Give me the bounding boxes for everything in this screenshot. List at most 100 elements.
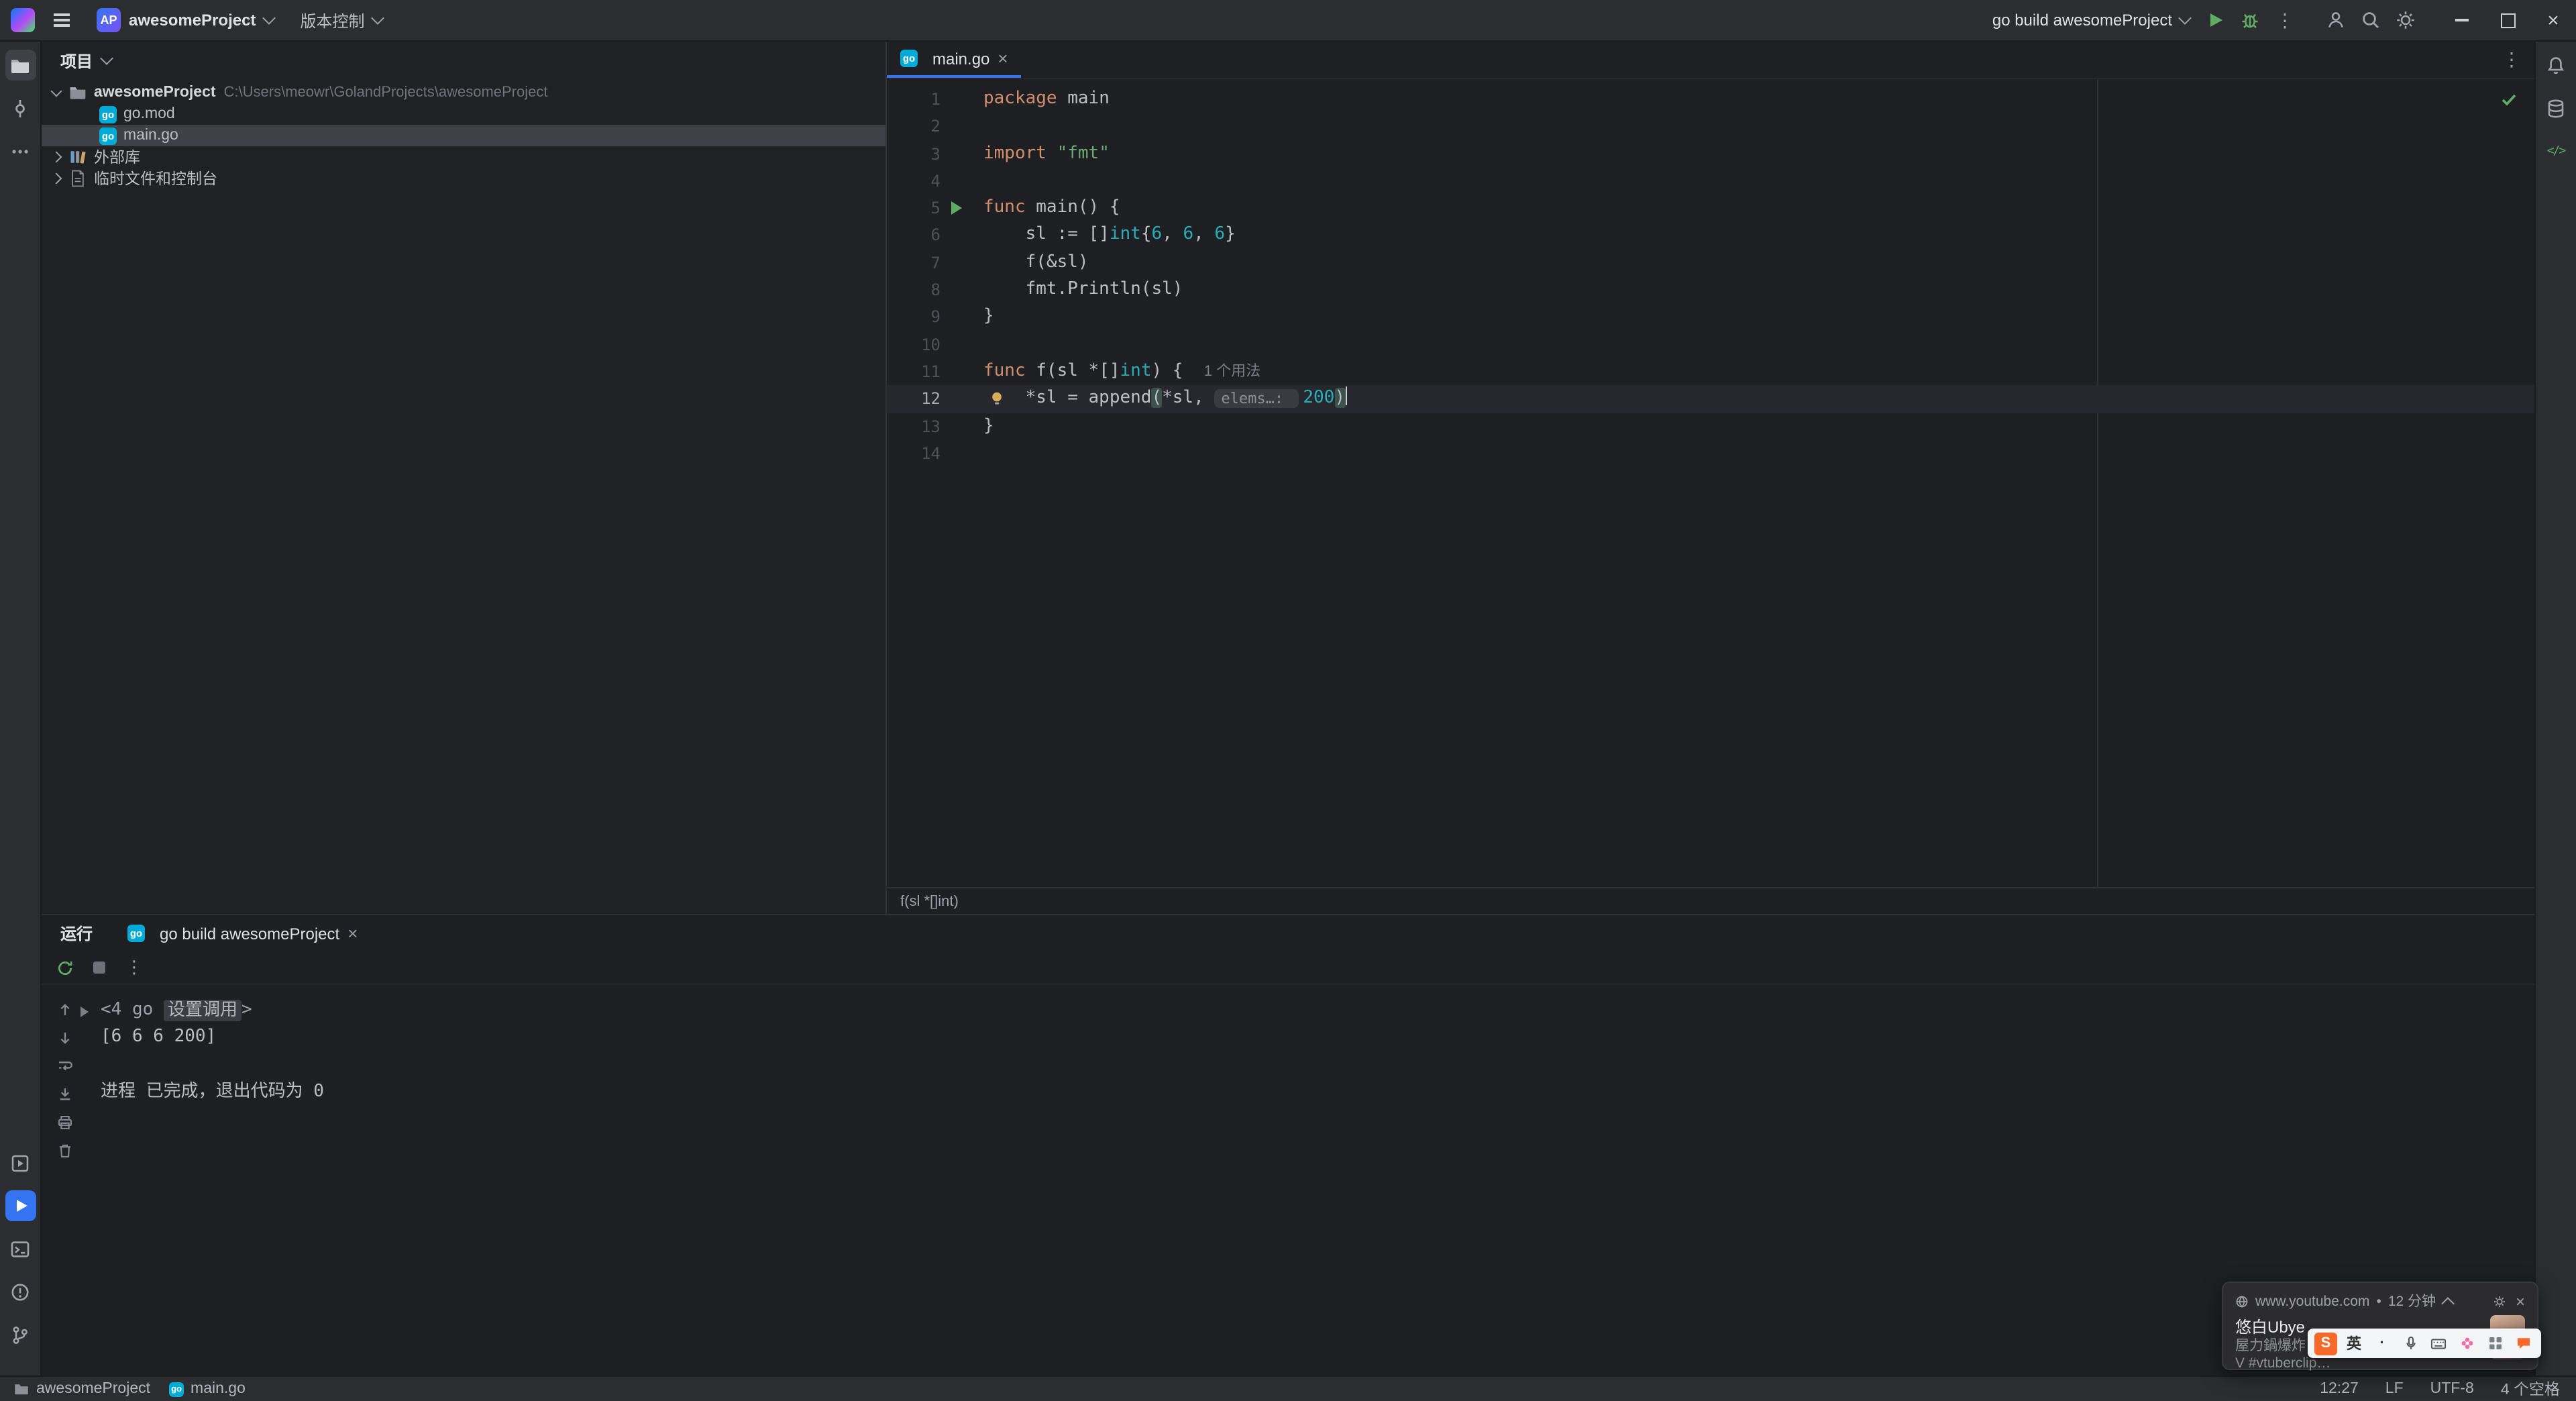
code-line-2[interactable]: 2 [887, 113, 2534, 141]
line-number[interactable]: 12 [887, 386, 941, 413]
tree-item-external-libraries[interactable]: 外部库 [42, 146, 885, 168]
run-button[interactable] [2198, 3, 2233, 38]
tree-item-main-go-file[interactable]: go main.go [42, 125, 885, 146]
tree-item-go-mod-file[interactable]: go go.mod [42, 103, 885, 125]
punctuation-icon[interactable]: · [2371, 1332, 2394, 1355]
code-line-6[interactable]: 6 sl := []int{6, 6, 6} [887, 222, 2534, 250]
line-number[interactable]: 1 [887, 86, 941, 113]
problems-tool-window-button[interactable] [5, 1276, 36, 1307]
run-tab-go-build[interactable]: go go build awesomeProject × [127, 924, 358, 943]
print-button[interactable] [51, 1111, 78, 1133]
main-menu-button[interactable] [46, 4, 78, 36]
settings-button[interactable] [2388, 3, 2423, 38]
services-tool-window-button[interactable] [5, 1147, 36, 1178]
editor-options-button[interactable]: ⋮ [2502, 48, 2534, 71]
chevron-right-icon[interactable] [50, 151, 62, 163]
editor-tab-main-go[interactable]: go main.go × [887, 42, 1022, 78]
project-widget[interactable]: AP awesomeProject [89, 4, 281, 36]
line-number[interactable]: 5 [887, 195, 941, 222]
window-minimize-button[interactable] [2439, 0, 2485, 40]
commit-tool-window-button[interactable] [5, 93, 36, 123]
console-output[interactable]: <4 go 设置调用 > [6 6 6 200] 进程 已完成，退出代码为 0 [80, 985, 2534, 1376]
line-separator-widget[interactable]: LF [2385, 1381, 2404, 1397]
sogou-input-icon[interactable]: S [2314, 1332, 2337, 1355]
soft-wrap-button[interactable] [51, 1055, 78, 1076]
code-line-9[interactable]: 9 } [887, 304, 2534, 331]
notification-settings-gear-icon[interactable] [2493, 1294, 2506, 1308]
code-line-3[interactable]: 3 import "fmt" [887, 140, 2534, 168]
terminal-tool-window-button[interactable] [5, 1233, 36, 1264]
inspections-status-button[interactable] [2500, 90, 2518, 109]
more-tool-windows-button[interactable] [5, 136, 36, 166]
encoding-widget[interactable]: UTF-8 [2430, 1381, 2474, 1397]
statusbar-file[interactable]: go main.go [169, 1381, 246, 1397]
fold-expand-icon[interactable] [80, 1006, 89, 1017]
tree-item-project-root[interactable]: awesomeProject C:\Users\meowr\GolandProje… [42, 82, 885, 103]
code-line-11[interactable]: 11 func f(sl *[]int) { 1 个用法 [887, 358, 2534, 386]
line-number[interactable]: 3 [887, 140, 941, 168]
search-everywhere-button[interactable] [2353, 3, 2388, 38]
soft-keyboard-icon[interactable] [2427, 1332, 2450, 1355]
intention-bulb-icon[interactable] [989, 391, 1005, 407]
code-line-5[interactable]: 5 func main() { [887, 195, 2534, 222]
chevron-right-icon[interactable] [50, 172, 62, 185]
notification-close-icon[interactable]: × [2516, 1293, 2525, 1309]
code-editor[interactable]: 1 package main 2 3 import "fmt" 4 5 func… [887, 79, 2534, 887]
code-line-14[interactable]: 14 [887, 440, 2534, 468]
window-maximize-button[interactable] [2485, 0, 2530, 40]
toolbox-icon[interactable] [2483, 1332, 2506, 1355]
line-number[interactable]: 6 [887, 222, 941, 250]
vcs-widget[interactable]: 版本控制 [292, 5, 390, 36]
line-number[interactable]: 14 [887, 440, 941, 468]
code-line-10[interactable]: 10 [887, 331, 2534, 358]
tab-close-icon[interactable]: × [998, 50, 1008, 67]
line-number[interactable]: 9 [887, 304, 941, 331]
project-panel-header[interactable]: 项目 [42, 42, 885, 79]
run-configuration-selector[interactable]: go build awesomeProject [1984, 7, 2198, 34]
scroll-to-end-button[interactable] [51, 1083, 78, 1104]
code-line-8[interactable]: 8 fmt.Println(sl) [887, 276, 2534, 304]
line-number[interactable]: 10 [887, 331, 941, 358]
notifications-button[interactable] [2540, 50, 2571, 81]
code-line-12[interactable]: 12 *sl = append(*sl, elems…: 200) [887, 385, 2534, 413]
feedback-icon[interactable] [2512, 1332, 2534, 1355]
indent-widget[interactable]: 4 个空格 [2501, 1378, 2560, 1400]
prev-occurrence-button[interactable] [51, 998, 78, 1020]
line-number[interactable]: 11 [887, 358, 941, 386]
chevron-down-icon[interactable] [50, 85, 62, 97]
rerun-button[interactable] [50, 953, 79, 982]
line-number[interactable]: 2 [887, 113, 941, 141]
emoji-icon[interactable] [2455, 1332, 2478, 1355]
line-number[interactable]: 4 [887, 168, 941, 195]
next-occurrence-button[interactable] [51, 1027, 78, 1048]
code-line-1[interactable]: 1 package main [887, 86, 2534, 113]
run-more-options-button[interactable]: ⋮ [119, 953, 149, 982]
code-line-13[interactable]: 13 } [887, 413, 2534, 440]
run-tool-window-button[interactable] [5, 1190, 36, 1221]
line-number[interactable]: 13 [887, 413, 941, 440]
code-line-7[interactable]: 7 f(&sl) [887, 250, 2534, 277]
usage-hint[interactable]: 1 个用法 [1204, 364, 1260, 380]
line-number[interactable]: 7 [887, 250, 941, 277]
window-close-button[interactable]: × [2530, 0, 2576, 40]
line-number[interactable]: 8 [887, 276, 941, 304]
code-with-me-button[interactable] [2318, 3, 2353, 38]
folded-region[interactable]: 设置调用 [163, 999, 241, 1021]
database-tool-window-button[interactable] [2540, 93, 2571, 123]
clear-console-button[interactable] [51, 1139, 78, 1161]
more-actions-button[interactable]: ⋮ [2267, 3, 2302, 38]
voice-input-icon[interactable] [2399, 1332, 2422, 1355]
code-line-4[interactable]: 4 [887, 168, 2534, 195]
stop-button[interactable] [85, 953, 114, 982]
run-gutter-icon[interactable] [951, 201, 962, 215]
endpoints-tool-window-button[interactable]: </> [2540, 136, 2571, 166]
project-tool-window-button[interactable] [5, 50, 36, 81]
tab-close-icon[interactable]: × [347, 925, 358, 942]
tree-item-scratches-and-consoles[interactable]: 临时文件和控制台 [42, 168, 885, 189]
debug-button[interactable] [2233, 3, 2267, 38]
editor-breadcrumb[interactable]: f(sl *[]int) [887, 887, 2534, 914]
inlay-hint[interactable]: elems…: [1214, 388, 1299, 408]
english-mode-icon[interactable]: 英 [2343, 1332, 2365, 1355]
statusbar-project[interactable]: awesomeProject [13, 1381, 150, 1397]
cursor-position-widget[interactable]: 12:27 [2320, 1381, 2359, 1397]
